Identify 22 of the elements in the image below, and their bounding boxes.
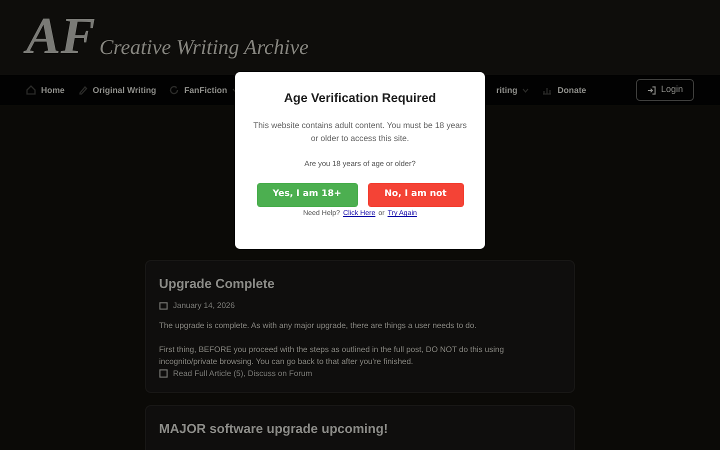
nav-link[interactable]: Original Writing	[78, 84, 156, 96]
post-date: January 14, 2026	[173, 300, 235, 312]
post-title: MAJOR software upgrade upcoming!	[159, 420, 389, 438]
post-links[interactable]: Read Full Article (5), Discuss on Forum	[173, 368, 312, 380]
post-title: Upgrade Complete	[159, 275, 276, 293]
deny-button[interactable]: No, I am not	[368, 183, 464, 207]
login-icon	[646, 86, 656, 94]
post-paragraph: First thing, BEFORE you proceed with the steps as outlined in the full post, DO NOT do this using incognito/private browsing. You can go back to that after you're finished.	[159, 344, 505, 368]
nav-link[interactable]: riting	[496, 84, 530, 96]
modal-title: Age Verification Required	[284, 90, 436, 107]
nav-link[interactable]: Donate	[542, 84, 586, 96]
refresh-icon	[169, 85, 180, 95]
chart-icon	[542, 85, 552, 95]
nav-link[interactable]: Home	[26, 84, 65, 96]
article-icon	[159, 369, 168, 378]
login-button[interactable]: Login	[636, 79, 694, 101]
home-icon	[26, 85, 36, 95]
modal-message: This website contains adult content. You must be 18 years or older to access this site.	[252, 118, 468, 145]
pen-icon	[78, 85, 88, 95]
site-name: Creative Writing Archive	[99, 35, 309, 59]
calendar-icon	[159, 301, 168, 310]
post-paragraph: The upgrade is complete. As with any major upgrade, there are things a user needs to do.	[159, 320, 478, 332]
